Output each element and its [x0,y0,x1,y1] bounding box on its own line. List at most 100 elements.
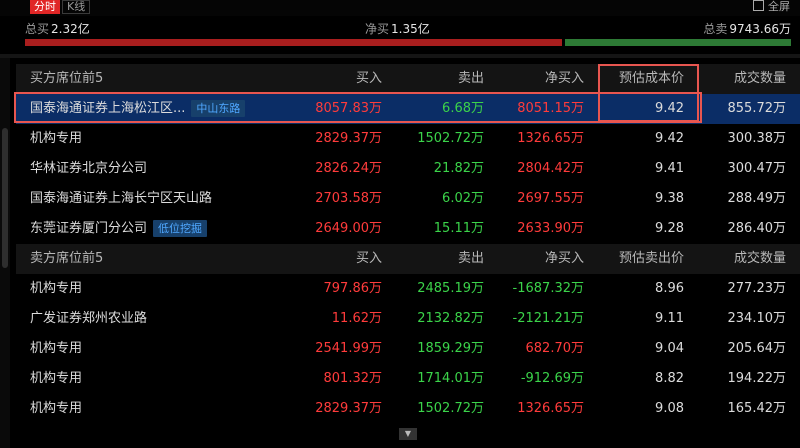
header-sell[interactable]: 卖出 [458,244,484,274]
header-net[interactable]: 净买入 [545,244,584,274]
sell-table-header: 卖方席位前5 买入 卖出 净买入 预估卖出价 成交数量 [16,244,800,274]
fullscreen-label: 全屏 [768,0,790,13]
estimated-price: 8.82 [655,371,684,386]
header-volume[interactable]: 成交数量 [734,64,786,94]
table-row[interactable]: 东莞证券厦门分公司 低位挖掘 2649.00万 15.11万 2633.90万 9.28 2… [16,214,800,244]
table-row[interactable]: 机构专用 2541.99万 1859.29万 682.70万 9.04 205.64万 [16,334,800,364]
sell-amount: 6.68万 [442,101,484,116]
table-row[interactable]: 机构专用 797.86万 2485.19万 -1687.32万 8.96 277.23万 [16,274,800,304]
estimated-price: 9.28 [655,221,684,236]
estimated-price: 9.42 [655,131,684,146]
seat-name[interactable]: 东莞证券厦门分公司 [30,221,147,236]
seat-name[interactable]: 国泰海通证券上海长宁区天山路 [30,191,212,206]
table-row[interactable]: 国泰海通证券上海长宁区天山路 2703.58万 6.02万 2697.55万 9.38 2… [16,184,800,214]
estimated-price: 9.38 [655,191,684,206]
buy-amount: 2829.37万 [315,131,382,146]
buy-amount: 11.62万 [331,311,382,326]
estimated-price: 9.11 [655,311,684,326]
buy-amount: 2826.24万 [315,161,382,176]
seat-cell: 机构专用 [30,274,82,304]
net-buy-amount: -1687.32万 [512,281,584,296]
top-toolbar: 分时 K线 全屏 [0,0,800,16]
table-row[interactable]: 国泰海通证券上海松江区... 中山东路 8057.83万 6.68万 8051.15万 9… [16,94,800,124]
sell-amount: 1502.72万 [417,401,484,416]
net-buy: 净买 1.35亿 [365,22,430,36]
net-buy-amount: 682.70万 [525,341,585,356]
trade-volume: 286.40万 [727,221,787,236]
seat-name[interactable]: 机构专用 [30,341,82,356]
fullscreen-button[interactable]: 全屏 [753,0,790,14]
sell-amount: 2132.82万 [417,311,484,326]
seat-cell: 机构专用 [30,334,82,364]
header-net[interactable]: 净买入 [545,64,584,94]
seat-cell: 机构专用 [30,364,82,394]
header-volume[interactable]: 成交数量 [734,244,786,274]
table-row[interactable]: 华林证券北京分公司 2826.24万 21.82万 2804.42万 9.41 300.4… [16,154,800,184]
scrollbar[interactable] [0,58,10,448]
sell-amount: 1502.72万 [417,131,484,146]
seat-tag-badge[interactable]: 低位挖掘 [153,220,208,237]
net-buy-amount: 1326.65万 [517,401,584,416]
scrollbar-thumb[interactable] [2,128,8,268]
seat-cell: 国泰海通证券上海松江区... 中山东路 [30,94,246,124]
seat-name[interactable]: 国泰海通证券上海松江区... [30,101,185,116]
header-buy-seat: 买方席位前5 [30,71,104,86]
sell-amount: 1859.29万 [417,341,484,356]
net-buy-amount: 8051.15万 [517,101,584,116]
estimated-price: 9.42 [655,101,684,116]
section-divider [0,54,800,58]
buy-amount: 2541.99万 [315,341,382,356]
table-row[interactable]: 机构专用 801.32万 1714.01万 -912.69万 8.82 194.22万 [16,364,800,394]
header-est-sell-price[interactable]: 预估卖出价 [619,244,684,274]
buy-sell-ratio-bar [25,39,791,46]
buy-sell-summary: 总买 2.32亿 净买 1.35亿 总卖 9743.66万 [25,20,791,38]
buy-amount: 2649.00万 [315,221,382,236]
seat-cell: 广发证券郑州农业路 [30,304,147,334]
seat-cell: 东莞证券厦门分公司 低位挖掘 [30,214,208,244]
buy-amount: 801.32万 [323,371,383,386]
header-est-cost[interactable]: 预估成本价 [619,64,684,94]
seat-cell: 国泰海通证券上海长宁区天山路 [30,184,212,214]
table-row[interactable]: 机构专用 2829.37万 1502.72万 1326.65万 9.08 165.42万 [16,394,800,424]
buy-amount: 797.86万 [323,281,383,296]
seat-cell: 机构专用 [30,394,82,424]
tab-fenshi[interactable]: 分时 [30,0,60,14]
trade-volume: 194.22万 [727,371,787,386]
trade-volume: 300.47万 [727,161,787,176]
seat-name[interactable]: 机构专用 [30,281,82,296]
sell-ratio-fill [565,39,791,46]
buy-table-body: 国泰海通证券上海松江区... 中山东路 8057.83万 6.68万 8051.15万 9… [16,94,800,244]
seat-name[interactable]: 华林证券北京分公司 [30,161,147,176]
seat-tag-badge[interactable]: 中山东路 [191,100,246,117]
expand-button[interactable]: ▼ [399,428,417,440]
buy-ratio-fill [25,39,562,46]
trade-volume: 277.23万 [727,281,787,296]
sell-amount: 6.02万 [442,191,484,206]
table-row[interactable]: 机构专用 2829.37万 1502.72万 1326.65万 9.42 300.38万 [16,124,800,154]
seat-name[interactable]: 机构专用 [30,401,82,416]
net-buy-amount: -2121.21万 [512,311,584,326]
total-sell: 总卖 9743.66万 [703,22,791,36]
estimated-price: 9.41 [655,161,684,176]
table-row[interactable]: 广发证券郑州农业路 11.62万 2132.82万 -2121.21万 9.11 234.… [16,304,800,334]
header-buy[interactable]: 买入 [356,244,382,274]
seat-cell: 机构专用 [30,124,82,154]
trade-volume: 234.10万 [727,311,787,326]
sell-table-body: 机构专用 797.86万 2485.19万 -1687.32万 8.96 277.23万广… [16,274,800,424]
net-buy-amount: 1326.65万 [517,131,584,146]
trade-volume: 288.49万 [727,191,787,206]
buy-amount: 2703.58万 [315,191,382,206]
seat-name[interactable]: 广发证券郑州农业路 [30,311,147,326]
buy-table-header: 买方席位前5 买入 卖出 净买入 预估成本价 成交数量 [16,64,800,94]
chevron-down-icon: ▼ [404,429,412,438]
seat-name[interactable]: 机构专用 [30,371,82,386]
tab-kline[interactable]: K线 [62,0,91,14]
header-buy[interactable]: 买入 [356,64,382,94]
trade-volume: 855.72万 [727,101,787,116]
seat-name[interactable]: 机构专用 [30,131,82,146]
sell-amount: 21.82万 [433,161,484,176]
buy-amount: 8057.83万 [315,101,382,116]
trade-volume: 300.38万 [727,131,787,146]
seat-cell: 华林证券北京分公司 [30,154,147,184]
header-sell[interactable]: 卖出 [458,64,484,94]
